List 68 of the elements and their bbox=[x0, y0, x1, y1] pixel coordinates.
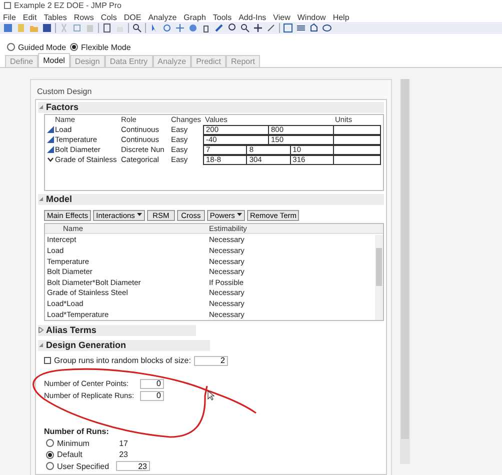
scrollbar[interactable] bbox=[400, 78, 410, 464]
chevron-icon bbox=[47, 156, 54, 163]
radio-label[interactable]: User Specified bbox=[57, 462, 110, 471]
section-header[interactable]: Factors bbox=[38, 102, 384, 112]
scroll-thumb[interactable] bbox=[376, 248, 382, 286]
collapse-icon[interactable] bbox=[38, 196, 44, 202]
radio-label[interactable]: Minimum bbox=[57, 438, 90, 448]
radio-button[interactable] bbox=[70, 43, 78, 52]
menu-item[interactable]: Tools bbox=[212, 12, 232, 22]
block-size-field[interactable]: 2 bbox=[194, 356, 228, 366]
menu-item[interactable]: Graph bbox=[184, 12, 206, 22]
input-field[interactable]: 0 bbox=[140, 390, 164, 400]
units-field[interactable] bbox=[333, 134, 381, 144]
ellipse-icon[interactable] bbox=[322, 23, 332, 34]
radio-label[interactable]: Default bbox=[57, 450, 82, 460]
section-title: Alias Terms bbox=[46, 325, 96, 335]
section-title: Model bbox=[46, 194, 72, 204]
radio-label[interactable]: Flexible Mode bbox=[81, 42, 131, 52]
section-header[interactable]: Model bbox=[38, 194, 384, 204]
menu-item[interactable]: File bbox=[3, 12, 16, 22]
section-header[interactable]: Design Generation bbox=[38, 340, 210, 350]
expand-icon[interactable] bbox=[38, 327, 44, 333]
menu-item[interactable]: Cols bbox=[100, 12, 117, 22]
runs-title: Number of Runs: bbox=[44, 426, 110, 436]
run-count: 23 bbox=[118, 450, 128, 460]
window-title: Example 2 EZ DOE - JMP Pro bbox=[14, 1, 122, 10]
menu-item[interactable]: Tables bbox=[44, 12, 67, 22]
cursor-icon bbox=[208, 390, 215, 400]
section-title: Factors bbox=[46, 102, 79, 112]
runs-field[interactable]: 23 bbox=[116, 461, 150, 472]
units-field[interactable] bbox=[332, 144, 381, 154]
crosshair-icon[interactable] bbox=[175, 23, 185, 34]
tab[interactable]: Model bbox=[38, 52, 70, 66]
menu-item[interactable]: Rows bbox=[74, 12, 94, 22]
collapse-icon[interactable] bbox=[38, 342, 44, 348]
menu-item[interactable]: Add-Ins bbox=[238, 12, 266, 22]
radio-button[interactable] bbox=[46, 439, 54, 448]
menu-item[interactable]: Window bbox=[297, 12, 326, 22]
radio-button[interactable] bbox=[46, 450, 54, 459]
menu-item[interactable]: DOE bbox=[124, 12, 142, 22]
collapse-icon[interactable] bbox=[38, 104, 44, 110]
menu-item[interactable]: Help bbox=[332, 12, 350, 22]
menu-item[interactable]: Analyze bbox=[148, 12, 177, 22]
units-field[interactable] bbox=[332, 154, 381, 164]
radio-button[interactable] bbox=[46, 462, 54, 470]
scroll-thumb[interactable] bbox=[401, 78, 409, 438]
menu-item[interactable]: View bbox=[273, 12, 290, 22]
line-icon[interactable] bbox=[266, 23, 276, 34]
panel-title: Custom Design bbox=[37, 86, 93, 98]
radio-button[interactable] bbox=[7, 43, 15, 52]
bars-icon[interactable] bbox=[296, 23, 306, 34]
app-icon bbox=[4, 2, 11, 10]
input-field[interactable]: 0 bbox=[140, 378, 164, 388]
shape-icon[interactable] bbox=[309, 23, 319, 34]
menu-item[interactable]: Edit bbox=[22, 12, 37, 22]
search-icon[interactable] bbox=[132, 23, 142, 34]
plus-icon[interactable] bbox=[253, 23, 263, 34]
zoom-icon[interactable] bbox=[240, 23, 250, 34]
checkbox-label: Group runs into random blocks of size: bbox=[54, 356, 191, 365]
brush-icon[interactable] bbox=[214, 23, 224, 34]
run-count: 17 bbox=[118, 438, 128, 448]
section-title: Design Generation bbox=[46, 340, 126, 350]
radio-label[interactable]: Guided Mode bbox=[18, 42, 66, 52]
checkbox[interactable] bbox=[44, 357, 51, 364]
units-field[interactable] bbox=[333, 124, 381, 134]
frame-icon[interactable] bbox=[283, 23, 293, 34]
section-header[interactable]: Alias Terms bbox=[38, 324, 196, 336]
document-icon[interactable] bbox=[102, 23, 112, 34]
